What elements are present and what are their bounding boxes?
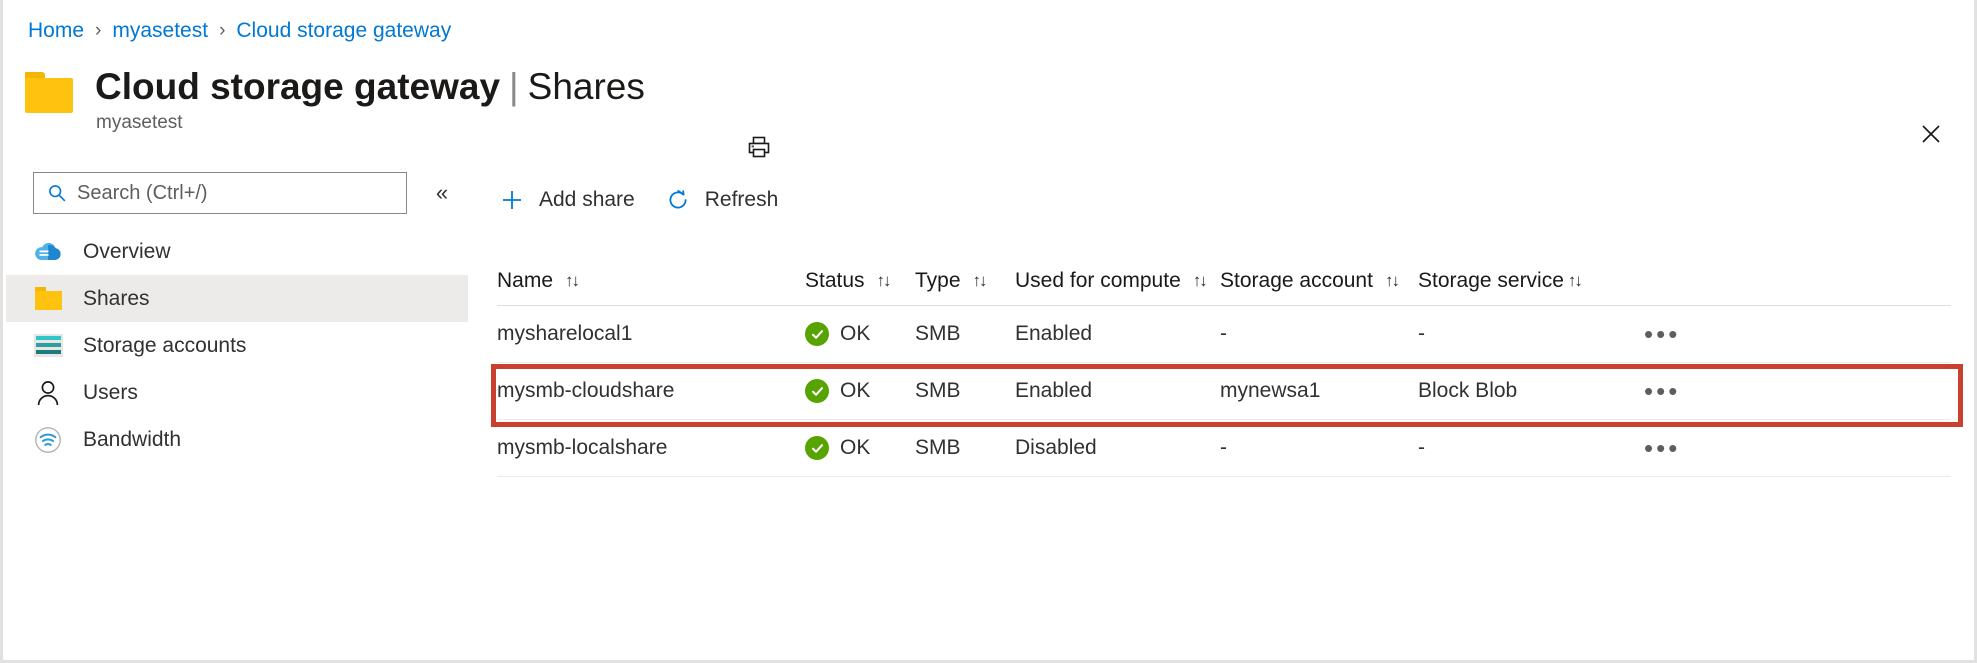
sidebar-item-users[interactable]: Users bbox=[6, 369, 468, 416]
cell-used-for-compute: Enabled bbox=[1015, 379, 1093, 402]
column-header-status[interactable]: Status ↑↓ bbox=[805, 269, 915, 293]
sort-icon: ↑↓ bbox=[1567, 270, 1583, 290]
column-header-storage-account[interactable]: Storage account ↑↓ bbox=[1220, 269, 1418, 293]
folder-icon bbox=[33, 284, 63, 314]
refresh-button[interactable]: Refresh bbox=[663, 180, 779, 220]
chevron-double-left-icon[interactable]: « bbox=[427, 178, 457, 208]
breadcrumb: Home › myasetest › Cloud storage gateway bbox=[28, 18, 451, 44]
sidebar-item-overview[interactable]: Overview bbox=[6, 228, 468, 275]
cell-actions: ••• bbox=[1618, 329, 1951, 339]
cell-storage-service: - bbox=[1418, 436, 1425, 459]
page-title: Cloud storage gateway | Shares bbox=[95, 64, 645, 110]
column-header-used-for-compute[interactable]: Used for compute ↑↓ bbox=[1015, 269, 1220, 293]
sidebar-item-bandwidth[interactable]: Bandwidth bbox=[6, 416, 468, 463]
cell-type: SMB bbox=[915, 379, 961, 402]
close-icon[interactable] bbox=[1913, 116, 1949, 152]
sort-icon: ↑↓ bbox=[1384, 270, 1400, 290]
sidebar-item-label: Overview bbox=[83, 239, 171, 263]
sidebar-item-label: Bandwidth bbox=[83, 427, 182, 451]
cell-actions: ••• bbox=[1618, 386, 1951, 396]
sort-icon: ↑↓ bbox=[565, 270, 580, 290]
table-header-row: Name ↑↓ Status ↑↓ Type ↑↓ Used for compu… bbox=[497, 256, 1951, 306]
folder-icon bbox=[25, 72, 73, 113]
status-label: OK bbox=[840, 436, 871, 459]
cell-type: SMB bbox=[915, 322, 961, 345]
column-header-label: Used for compute bbox=[1015, 268, 1181, 292]
print-icon[interactable] bbox=[739, 129, 779, 165]
column-header-label: Type bbox=[915, 268, 961, 292]
cell-status: OK bbox=[805, 436, 915, 460]
cell-storage-service: Block Blob bbox=[1418, 379, 1518, 402]
add-share-label: Add share bbox=[539, 188, 635, 211]
azure-portal-blade: Home › myasetest › Cloud storage gateway… bbox=[0, 0, 1977, 663]
status-label: OK bbox=[840, 379, 871, 402]
plus-icon bbox=[497, 185, 527, 215]
page-title-section: Shares bbox=[527, 66, 645, 107]
table-row[interactable]: mysmb-cloudshare OK SMB Enabled mynewsa1… bbox=[497, 363, 1951, 420]
sidebar-item-label: Users bbox=[83, 380, 138, 404]
breadcrumb-separator-icon: › bbox=[95, 20, 102, 41]
cell-storage-account: - bbox=[1220, 322, 1227, 345]
page-title-resource: Cloud storage gateway bbox=[95, 66, 501, 107]
status-label: OK bbox=[840, 322, 871, 345]
cell-used-for-compute: Disabled bbox=[1015, 436, 1097, 459]
search-box[interactable] bbox=[33, 172, 407, 214]
column-header-label: Name bbox=[497, 268, 554, 292]
sidebar-item-storage-accounts[interactable]: Storage accounts bbox=[6, 322, 468, 369]
sort-icon: ↑↓ bbox=[972, 270, 988, 290]
storage-accounts-icon bbox=[33, 331, 63, 361]
cell-storage-service: - bbox=[1418, 322, 1425, 345]
cell-storage-account: - bbox=[1220, 436, 1227, 459]
ellipsis-icon[interactable]: ••• bbox=[1644, 329, 1680, 339]
sidebar-item-shares[interactable]: Shares bbox=[6, 275, 468, 322]
check-circle-icon bbox=[805, 436, 829, 460]
sidebar-nav: Overview Shares Storage accounts Users B… bbox=[6, 228, 468, 463]
blade-header: Cloud storage gateway | Shares myasetest bbox=[3, 60, 1974, 158]
sidebar-search-row: « bbox=[33, 170, 468, 216]
cell-name: mysharelocal1 bbox=[497, 322, 633, 345]
cell-actions: ••• bbox=[1618, 443, 1951, 453]
breadcrumb-item-home[interactable]: Home bbox=[28, 18, 84, 44]
cell-used-for-compute: Enabled bbox=[1015, 322, 1093, 345]
column-header-label: Status bbox=[805, 268, 865, 292]
breadcrumb-item-myasetest[interactable]: myasetest bbox=[112, 18, 208, 44]
column-header-storage-service[interactable]: Storage service ↑↓ bbox=[1418, 269, 1618, 293]
column-header-label: Storage service bbox=[1418, 268, 1564, 292]
bandwidth-icon bbox=[33, 425, 63, 455]
breadcrumb-separator-icon: › bbox=[219, 20, 226, 41]
sort-icon: ↑↓ bbox=[876, 270, 892, 290]
check-circle-icon bbox=[805, 379, 829, 403]
breadcrumb-item-cloud-storage-gateway[interactable]: Cloud storage gateway bbox=[236, 18, 451, 44]
column-header-type[interactable]: Type ↑↓ bbox=[915, 269, 1015, 293]
page-title-divider: | bbox=[509, 66, 519, 107]
page-subtitle: myasetest bbox=[96, 112, 183, 133]
command-bar: Add share Refresh bbox=[469, 170, 1971, 230]
sort-icon: ↑↓ bbox=[1192, 270, 1208, 290]
user-icon bbox=[33, 378, 63, 408]
table-row[interactable]: mysharelocal1 OK SMB Enabled - - ••• bbox=[497, 306, 1951, 363]
cell-status: OK bbox=[805, 322, 915, 346]
column-header-name[interactable]: Name ↑↓ bbox=[497, 269, 805, 293]
blade-content: Add share Refresh Name ↑↓ Status ↑↓ Type… bbox=[469, 170, 1971, 657]
cloud-icon bbox=[33, 237, 63, 267]
sidebar-item-label: Shares bbox=[83, 286, 150, 310]
ellipsis-icon[interactable]: ••• bbox=[1644, 386, 1680, 396]
refresh-icon bbox=[663, 185, 693, 215]
sidebar-item-label: Storage accounts bbox=[83, 333, 247, 357]
blade-sidebar: « Overview Shares bbox=[6, 170, 468, 657]
ellipsis-icon[interactable]: ••• bbox=[1644, 443, 1680, 453]
table-row[interactable]: mysmb-localshare OK SMB Disabled - - ••• bbox=[497, 420, 1951, 477]
cell-storage-account: mynewsa1 bbox=[1220, 379, 1321, 402]
column-header-label: Storage account bbox=[1220, 268, 1373, 292]
cell-type: SMB bbox=[915, 436, 961, 459]
cell-name: mysmb-localshare bbox=[497, 436, 668, 459]
shares-table: Name ↑↓ Status ↑↓ Type ↑↓ Used for compu… bbox=[491, 256, 1963, 477]
add-share-button[interactable]: Add share bbox=[497, 180, 635, 220]
cell-status: OK bbox=[805, 379, 915, 403]
search-icon bbox=[46, 182, 68, 204]
cell-name: mysmb-cloudshare bbox=[497, 379, 675, 402]
check-circle-icon bbox=[805, 322, 829, 346]
search-input[interactable] bbox=[77, 173, 406, 213]
refresh-label: Refresh bbox=[704, 188, 779, 211]
